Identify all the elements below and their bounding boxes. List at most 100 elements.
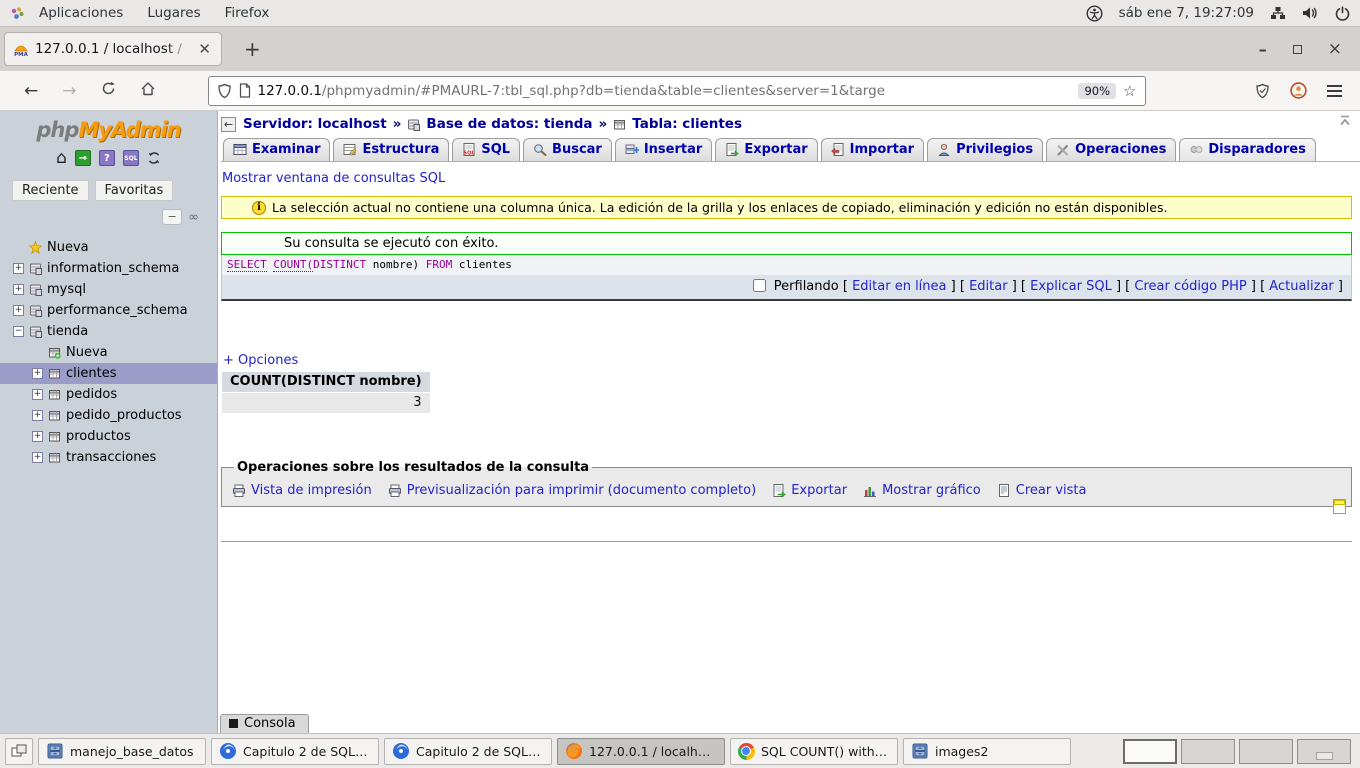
network-icon[interactable] xyxy=(1270,6,1286,20)
tab-sql[interactable]: SQLSQL xyxy=(452,138,520,161)
window-minimize-button[interactable]: – xyxy=(1259,40,1267,59)
menu-hamburger-icon[interactable] xyxy=(1327,82,1342,100)
tab-operaciones[interactable]: Operaciones xyxy=(1046,138,1176,161)
expand-icon[interactable]: + xyxy=(13,305,24,316)
back-button[interactable]: ← xyxy=(12,81,50,101)
window-maximize-button[interactable] xyxy=(1293,45,1302,54)
home-icon[interactable]: ⌂ xyxy=(56,148,67,168)
tree-item-pedido-productos[interactable]: +pedido_productos xyxy=(0,405,217,426)
tree-item-tienda[interactable]: −tienda xyxy=(0,321,217,342)
console-tab[interactable]: Consola xyxy=(220,714,309,733)
workspace-4[interactable] xyxy=(1297,739,1351,764)
link-exportar[interactable]: Exportar xyxy=(772,483,847,498)
tab-disparadores[interactable]: Disparadores xyxy=(1179,138,1315,161)
link-mostrar-gr-fico[interactable]: Mostrar gráfico xyxy=(863,483,981,498)
taskbar-button-images2[interactable]: images2 xyxy=(903,738,1071,765)
recent-tables-button[interactable]: Reciente xyxy=(12,180,89,201)
tree-item-pedidos[interactable]: +pedidos xyxy=(0,384,217,405)
link-actualizar[interactable]: Actualizar xyxy=(1269,279,1333,294)
tab-estructura[interactable]: Estructura xyxy=(333,138,449,161)
tab-examinar[interactable]: Examinar xyxy=(223,138,330,161)
forward-button[interactable]: → xyxy=(50,81,88,101)
link-previsualizaci-n-para-imprimir-documento-completo[interactable]: Previsualización para imprimir (document… xyxy=(388,483,756,498)
distro-logo-icon[interactable] xyxy=(10,6,25,21)
options-toggle-link[interactable]: + Opciones xyxy=(223,353,298,368)
breadcrumb-table-link[interactable]: Tabla: clientes xyxy=(632,116,742,132)
tab-exportar[interactable]: Exportar xyxy=(715,138,817,161)
link-explicar-sql[interactable]: Explicar SQL xyxy=(1030,279,1112,294)
breadcrumb-database-link[interactable]: Base de datos: tienda xyxy=(426,116,592,132)
link-crear-vista[interactable]: Crear vista xyxy=(997,483,1087,498)
tab-insertar[interactable]: Insertar xyxy=(615,138,712,161)
pma-logo[interactable]: phpMyAdmin xyxy=(0,111,217,142)
link-with-main-icon[interactable]: ∞ xyxy=(188,210,199,225)
expand-icon[interactable]: + xyxy=(32,368,43,379)
new-tab-button[interactable]: + xyxy=(236,37,269,61)
tab-privilegios[interactable]: Privilegios xyxy=(927,138,1043,161)
link-editar-en-l-nea[interactable]: Editar en línea xyxy=(852,279,946,294)
accessibility-icon[interactable] xyxy=(1086,5,1103,22)
refresh-icon[interactable] xyxy=(147,151,161,165)
clock[interactable]: sáb ene 7, 19:27:09 xyxy=(1119,5,1254,21)
tree-item-performance-schema[interactable]: +performance_schema xyxy=(0,300,217,321)
logout-icon[interactable]: → xyxy=(75,150,91,166)
page-settings-icon[interactable] xyxy=(1333,499,1346,514)
protections-shield-icon[interactable] xyxy=(1255,83,1270,99)
tab-buscar[interactable]: Buscar xyxy=(523,138,612,161)
home-button[interactable] xyxy=(128,81,168,101)
breadcrumb-server-link[interactable]: Servidor: localhost xyxy=(243,116,387,132)
scroll-top-icon[interactable] xyxy=(1338,115,1352,127)
shield-icon[interactable] xyxy=(217,83,232,99)
url-input[interactable]: 127.0.0.1/phpmyadmin/#PMAURL-7:tbl_sql.p… xyxy=(258,83,1072,99)
help-icon[interactable]: ? xyxy=(99,150,115,166)
tree-item-productos[interactable]: +productos xyxy=(0,426,217,447)
expand-icon[interactable]: + xyxy=(13,263,24,274)
tree-item-nueva[interactable]: Nueva xyxy=(0,237,217,258)
expand-icon[interactable]: + xyxy=(32,452,43,463)
taskbar-button-sql-count-with[interactable]: SQL COUNT() with ... xyxy=(730,738,898,765)
volume-icon[interactable] xyxy=(1302,6,1319,20)
link-crear-c-digo-php[interactable]: Crear código PHP xyxy=(1134,279,1246,294)
window-close-button[interactable]: × xyxy=(1328,39,1342,59)
tree-item-nueva[interactable]: Nueva xyxy=(0,342,217,363)
workspace-2[interactable] xyxy=(1181,739,1235,764)
taskbar-button-127-0-0-1-localhost[interactable]: 127.0.0.1 / localhost... xyxy=(557,738,725,765)
link-editar[interactable]: Editar xyxy=(969,279,1008,294)
url-bar[interactable]: 127.0.0.1/phpmyadmin/#PMAURL-7:tbl_sql.p… xyxy=(208,76,1146,106)
collapse-icon[interactable]: − xyxy=(13,326,24,337)
tree-item-mysql[interactable]: +mysql xyxy=(0,279,217,300)
tab-importar[interactable]: Importar xyxy=(821,138,924,161)
show-desktop-button[interactable] xyxy=(5,738,33,765)
expand-icon[interactable]: + xyxy=(13,284,24,295)
workspace-1[interactable] xyxy=(1123,739,1177,764)
tree-item-clientes[interactable]: +clientes xyxy=(0,363,217,384)
sql-icon: SQL xyxy=(462,143,476,156)
expand-icon[interactable]: + xyxy=(32,431,43,442)
expand-icon[interactable]: + xyxy=(32,389,43,400)
profiling-checkbox[interactable] xyxy=(753,279,766,292)
page-info-icon[interactable] xyxy=(239,83,251,98)
show-sql-window-link[interactable]: Mostrar ventana de consultas SQL xyxy=(222,171,445,186)
collapse-all-button[interactable]: − xyxy=(162,209,182,225)
tree-item-information-schema[interactable]: +information_schema xyxy=(0,258,217,279)
power-icon[interactable] xyxy=(1335,6,1350,21)
menu-aplicaciones[interactable]: Aplicaciones xyxy=(29,2,133,24)
expand-icon[interactable]: + xyxy=(32,410,43,421)
reload-button[interactable] xyxy=(89,81,128,101)
query-window-icon[interactable]: SQL xyxy=(123,150,139,166)
taskbar-button-capitulo-2-de-sql-c[interactable]: Capitulo 2 de SQL c... xyxy=(211,738,379,765)
tree-item-transacciones[interactable]: +transacciones xyxy=(0,447,217,468)
tab-close-icon[interactable]: ✕ xyxy=(196,40,213,58)
favorite-tables-button[interactable]: Favoritas xyxy=(95,180,174,201)
link-vista-de-impresi-n[interactable]: Vista de impresión xyxy=(232,483,372,498)
taskbar-button-capitulo-2-de-sql-c[interactable]: Capitulo 2 de SQL c... xyxy=(384,738,552,765)
bookmark-star-icon[interactable]: ☆ xyxy=(1123,82,1136,100)
taskbar-button-manejo-base-datos[interactable]: manejo_base_datos xyxy=(38,738,206,765)
menu-lugares[interactable]: Lugares xyxy=(137,2,210,24)
menu-firefox[interactable]: Firefox xyxy=(215,2,280,24)
firefox-account-icon[interactable] xyxy=(1290,82,1307,99)
workspace-3[interactable] xyxy=(1239,739,1293,764)
browser-tab[interactable]: PMA 127.0.0.1 / localhost / ✕ xyxy=(4,32,222,66)
breadcrumb-back-button[interactable]: ← xyxy=(221,117,236,132)
zoom-level-button[interactable]: 90% xyxy=(1078,83,1116,99)
